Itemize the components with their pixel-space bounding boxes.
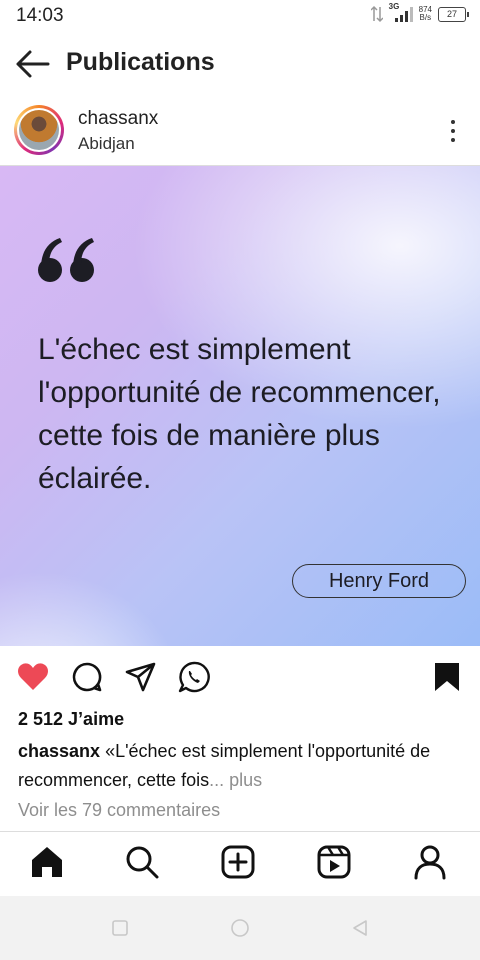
view-comments-link[interactable]: Voir les 79 commentaires <box>18 800 220 821</box>
page-title: Publications <box>66 48 215 76</box>
status-bar: 14:03 3G 874 B/s 27 <box>0 0 480 34</box>
post-image[interactable]: L'échec est simplement l'opportunité de … <box>0 166 480 646</box>
quote-author: Henry Ford <box>292 564 466 598</box>
caption-username[interactable]: chassanx <box>18 741 100 761</box>
bookmark-icon[interactable] <box>430 660 464 694</box>
whatsapp-icon[interactable] <box>177 660 211 694</box>
battery-icon: 27 <box>438 6 469 22</box>
heart-icon[interactable] <box>16 660 50 694</box>
likes-count[interactable]: 2 512 J’aime <box>18 709 124 730</box>
search-icon[interactable] <box>124 844 160 880</box>
reels-icon[interactable] <box>316 844 352 880</box>
share-icon[interactable] <box>124 660 158 694</box>
home-icon[interactable] <box>29 844 65 880</box>
quote-text: L'échec est simplement l'opportunité de … <box>38 333 441 495</box>
recents-icon[interactable] <box>110 918 130 938</box>
back-arrow-icon[interactable] <box>14 48 50 80</box>
top-bar: Publications <box>0 36 480 92</box>
post-header: chassanx Abidjan <box>0 100 480 164</box>
status-icons: 3G 874 B/s 27 <box>370 2 469 24</box>
home-circle-icon[interactable] <box>230 918 250 938</box>
signal-icon: 3G <box>389 2 413 24</box>
caption-more-link[interactable]: ... plus <box>209 770 262 790</box>
status-time: 14:03 <box>16 5 64 26</box>
quote-mark-icon <box>38 238 94 282</box>
system-nav-bar <box>0 896 480 960</box>
network-speed-unit: B/s <box>419 13 432 22</box>
profile-icon[interactable] <box>412 844 448 880</box>
post-caption: chassanx «L'échec est simplement l'oppor… <box>18 737 468 795</box>
bottom-tab-bar <box>0 832 480 894</box>
post-location[interactable]: Abidjan <box>78 134 135 154</box>
network-speed: 874 B/s <box>419 6 432 22</box>
data-transfer-icon <box>370 5 383 23</box>
comment-icon[interactable] <box>70 660 104 694</box>
create-icon[interactable] <box>220 844 256 880</box>
back-triangle-icon[interactable] <box>350 918 370 938</box>
post-actions <box>0 654 480 700</box>
post-username[interactable]: chassanx <box>78 108 158 130</box>
avatar[interactable] <box>14 105 64 155</box>
more-options-icon[interactable] <box>448 120 458 144</box>
